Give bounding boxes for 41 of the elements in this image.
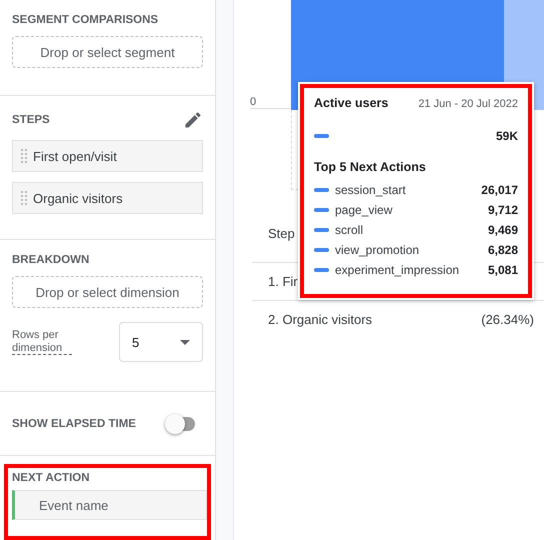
tooltip-metric: Active users [314,96,388,110]
tooltip-total: 59K [496,129,518,143]
action-count: 9,712 [488,203,518,217]
table-cell-text: 1. Fir [267,274,299,289]
action-name: experiment_impression [335,263,460,277]
legend-swatch [314,228,329,232]
segment-drop-zone[interactable]: Drop or select segment [12,36,203,68]
rows-select[interactable]: 5 [119,322,203,362]
section-title: BREAKDOWN [12,254,90,266]
dimension-drop-zone[interactable]: Drop or select dimension [12,276,203,308]
event-name-chip[interactable]: Event name [12,490,207,520]
legend-swatch [314,268,329,272]
step-chip[interactable]: Organic visitors [12,182,203,214]
action-count: 9,469 [488,223,518,237]
legend-swatch [314,208,329,212]
section-title: NEXT ACTION [12,472,91,484]
column-header: Step [267,226,296,240]
table-cell-text: 2. Organic visitors [267,312,374,327]
section-title: SEGMENT COMPARISONS [12,14,160,26]
drag-handle-icon[interactable] [21,149,27,163]
action-count: 5,081 [488,263,518,277]
tooltip-date-range: 21 Jun - 20 Jul 2022 [418,98,518,110]
action-count: 26,017 [481,183,518,197]
action-name: session_start [335,183,407,197]
dropdown-caret-icon [180,340,190,344]
tooltip-section-title: Top 5 Next Actions [314,160,427,174]
action-count: 6,828 [488,243,518,257]
legend-swatch [314,188,329,192]
edit-icon[interactable] [183,110,203,130]
legend-swatch [314,248,329,252]
section-title: STEPS [12,114,50,126]
drag-handle-icon[interactable] [21,191,27,205]
step-chip[interactable]: First open/visit [12,140,203,172]
toggle-label: SHOW ELAPSED TIME [12,418,136,430]
action-name: page_view [335,203,394,217]
table-cell-text: (26.34%) [480,312,535,327]
rows-per-dimension-label: Rows per dimension [12,329,72,355]
action-name: view_promotion [335,243,420,257]
axis-label: 0 [250,96,256,108]
legend-swatch [314,134,329,138]
action-name: scroll [335,223,364,237]
